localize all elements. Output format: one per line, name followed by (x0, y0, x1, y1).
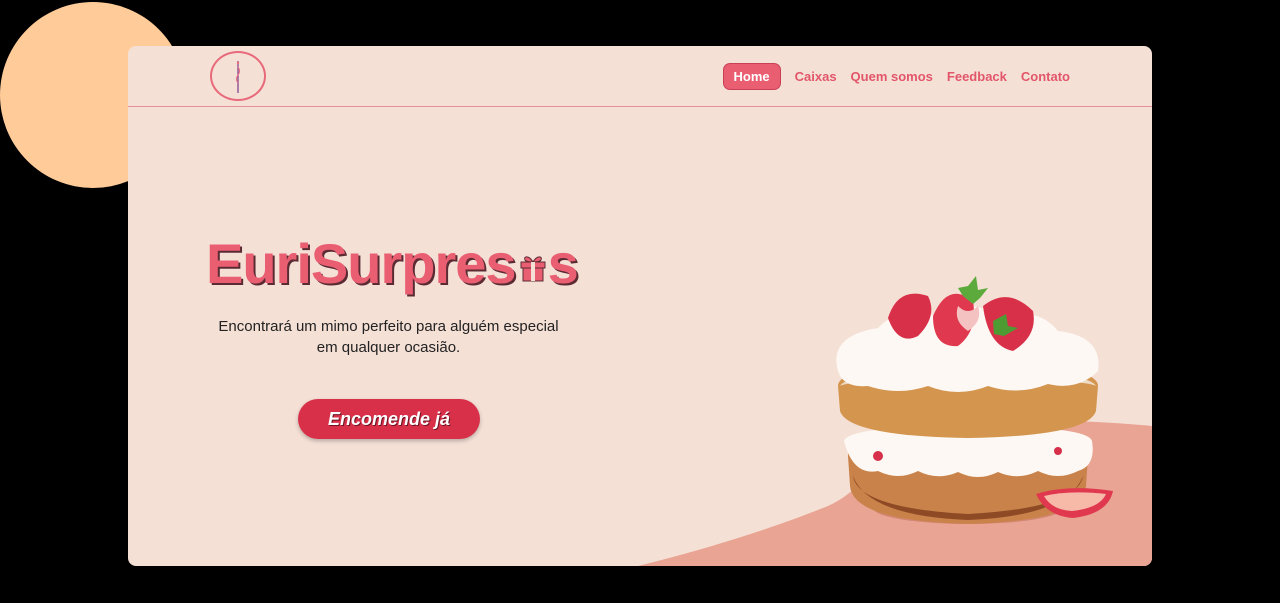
brand-title-prefix: EuriSurpres (206, 232, 517, 295)
gift-icon (519, 231, 547, 296)
brand-title-suffix: s (547, 232, 579, 295)
navbar: Home Caixas Quem somos Feedback Contato (128, 46, 1152, 107)
hero-subtitle-line1: Encontrará um mimo perfeito para alguém … (218, 318, 559, 335)
hero-subtitle-line2: em qualquer ocasião. (316, 339, 461, 356)
logo[interactable] (210, 51, 266, 101)
brand-title: EuriSurpres s (206, 231, 579, 296)
nav-quem-somos[interactable]: Quem somos (851, 69, 933, 84)
logo-icon (236, 61, 240, 93)
nav-links: Home Caixas Quem somos Feedback Contato (722, 63, 1070, 90)
nav-contato[interactable]: Contato (1021, 69, 1070, 84)
hero-subtitle: Encontrará um mimo perfeito para alguém … (216, 316, 561, 358)
nav-feedback[interactable]: Feedback (947, 69, 1007, 84)
nav-caixas[interactable]: Caixas (795, 69, 837, 84)
order-now-button[interactable]: Encomende já (298, 399, 480, 439)
main-card: Home Caixas Quem somos Feedback Contato … (128, 46, 1152, 566)
cake-image (836, 276, 1113, 524)
nav-home[interactable]: Home (722, 63, 781, 90)
